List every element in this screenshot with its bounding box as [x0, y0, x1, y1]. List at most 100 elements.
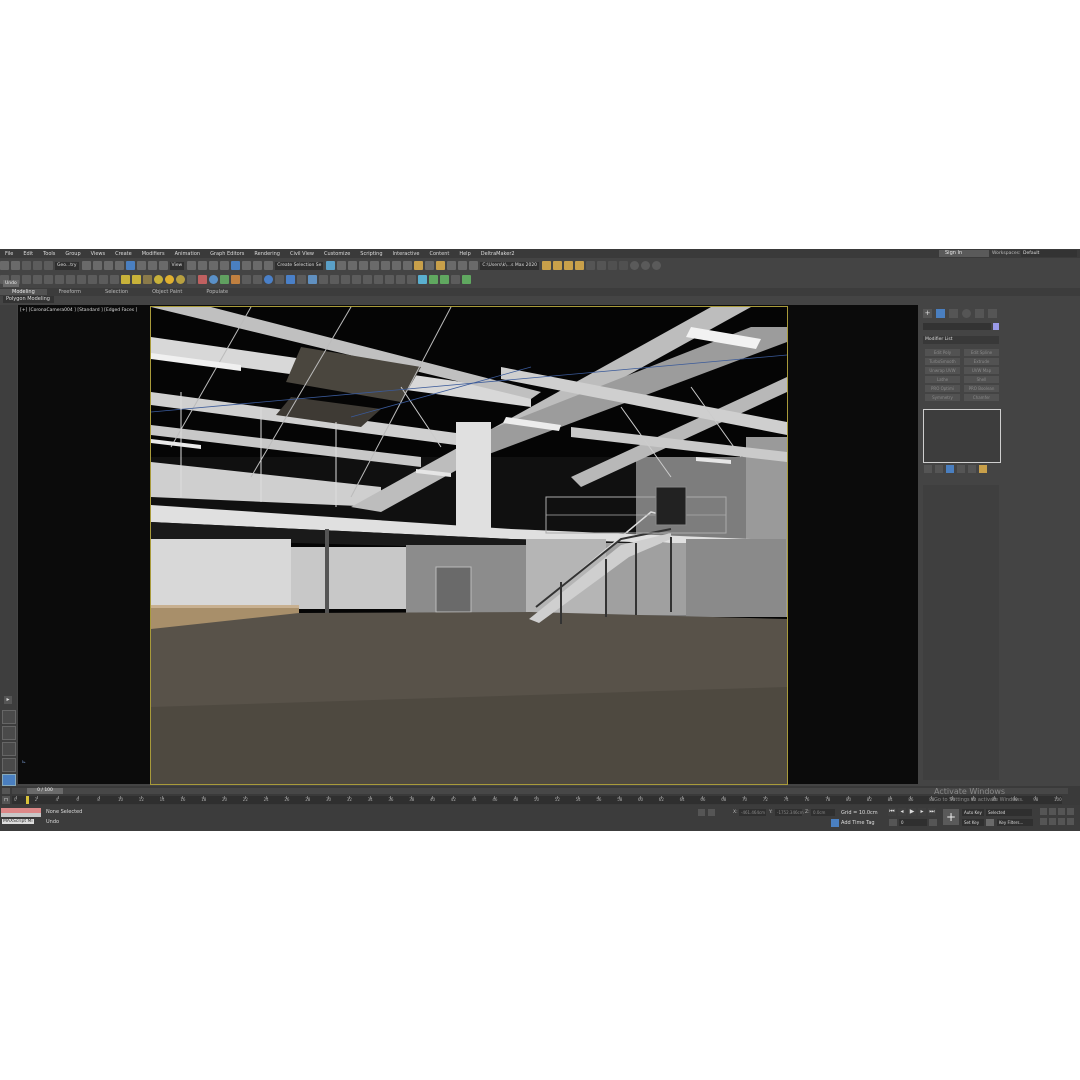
modifier-button-unwrap-uvw[interactable]: Unwrap UVW	[925, 367, 960, 374]
folder-icon[interactable]	[979, 465, 987, 473]
time-configuration-icon[interactable]	[929, 819, 937, 826]
snaps-toggle-icon[interactable]	[220, 261, 230, 270]
menu-content[interactable]: Content	[424, 251, 454, 257]
menu-group[interactable]: Group	[60, 251, 85, 257]
sun-icon[interactable]	[165, 275, 174, 284]
moon-icon[interactable]	[176, 275, 185, 284]
remove-modifier-icon[interactable]	[957, 465, 965, 473]
toggle-layer-explorer-icon[interactable]	[359, 261, 369, 270]
layout-grid-icon[interactable]	[2, 742, 16, 756]
absolute-mode-icon[interactable]	[708, 809, 715, 816]
menu-tools[interactable]: Tools	[38, 251, 60, 257]
menu-scripting[interactable]: Scripting	[355, 251, 387, 257]
window-crossing-icon[interactable]	[114, 261, 124, 270]
modifier-button-shell[interactable]: Shell	[964, 376, 999, 383]
modifier-button-edit-spline[interactable]: Edit Spline	[964, 349, 999, 356]
tree-icon[interactable]	[44, 275, 53, 284]
dot-icon[interactable]	[608, 261, 618, 270]
go-to-start-icon[interactable]: ⏮	[888, 808, 896, 816]
spinner-snap-icon[interactable]	[253, 261, 263, 270]
folder-icon[interactable]	[553, 261, 563, 270]
camera-render-view[interactable]	[150, 306, 788, 785]
teapot-render-icon[interactable]	[286, 275, 295, 284]
maximize-viewport-icon[interactable]	[1067, 818, 1074, 825]
snowflake-icon[interactable]	[418, 275, 427, 284]
light-corona-icon[interactable]	[319, 275, 328, 284]
modifier-button-chamfer[interactable]: Chamfer	[964, 394, 999, 401]
layout-grid-icon[interactable]	[2, 726, 16, 740]
y-coordinate-field[interactable]: -1752.346cm	[775, 809, 804, 816]
menu-deltramaker2[interactable]: DeltraMaker2	[476, 251, 520, 257]
dot-icon[interactable]	[619, 261, 629, 270]
menu-edit[interactable]: Edit	[18, 251, 38, 257]
box-icon[interactable]	[143, 275, 152, 284]
reload-icon[interactable]	[374, 275, 383, 284]
link-icon[interactable]	[22, 261, 31, 270]
object-name-field[interactable]	[923, 323, 991, 330]
set-key-button[interactable]: Set Key	[962, 819, 984, 826]
ribbon-tab-populate[interactable]: Populate	[194, 289, 240, 295]
scatter-icon[interactable]	[198, 275, 207, 284]
orbit-icon[interactable]	[1058, 818, 1065, 825]
light-icon[interactable]	[66, 275, 75, 284]
utilities-tab-icon[interactable]	[988, 309, 997, 318]
unlink-icon[interactable]	[33, 261, 42, 270]
triangle-green-icon[interactable]	[440, 275, 449, 284]
select-scale-icon[interactable]	[147, 261, 157, 270]
reference-coordinate-dropdown[interactable]: View	[169, 261, 185, 270]
time-slider-track[interactable]	[12, 788, 1068, 794]
mirror-icon[interactable]	[326, 261, 336, 270]
hierarchy-tab-icon[interactable]	[949, 309, 958, 318]
ribbon-tab-selection[interactable]: Selection	[93, 289, 140, 295]
auto-key-button[interactable]: Auto Key	[962, 809, 984, 816]
circle-icon[interactable]	[641, 261, 651, 270]
cloud-icon[interactable]	[132, 275, 141, 284]
folder-save-icon[interactable]	[575, 261, 585, 270]
create-tab-icon[interactable]: +	[923, 309, 932, 318]
modifier-button-edit-poly[interactable]: Edit Poly	[925, 349, 960, 356]
modifier-button-extrude[interactable]: Extrude	[964, 358, 999, 365]
ribbon-tab-freeform[interactable]: Freeform	[47, 289, 93, 295]
viewport-label[interactable]: [+] [CoronaCamera004 ] [Standard ] [Edge…	[20, 308, 137, 313]
isolate-icon[interactable]	[698, 809, 705, 816]
select-rotate-icon[interactable]	[136, 261, 146, 270]
pin-stack-icon[interactable]	[924, 465, 932, 473]
select-object-icon[interactable]	[81, 261, 91, 270]
mini-curve-editor-icon[interactable]: ⊓	[2, 796, 10, 804]
modifier-button-lathe[interactable]: Lathe	[925, 376, 960, 383]
curve-editor-icon[interactable]	[381, 261, 391, 270]
layout-grid-icon[interactable]	[2, 710, 16, 724]
next-frame-icon[interactable]: ▸	[918, 808, 926, 816]
modifier-button-turbosmooth[interactable]: TurboSmooth	[925, 358, 960, 365]
rendered-frame-window-icon[interactable]	[425, 261, 435, 270]
rectangular-selection-icon[interactable]	[103, 261, 113, 270]
camera-corona-icon[interactable]	[308, 275, 317, 284]
shape-icon[interactable]	[187, 275, 196, 284]
pivot-center-icon[interactable]	[187, 261, 197, 270]
menu-help[interactable]: Help	[454, 251, 475, 257]
percent-snap-icon[interactable]	[242, 261, 252, 270]
layout-grid-icon[interactable]	[2, 758, 16, 772]
modifier-list-dropdown[interactable]: Modifier List	[923, 336, 999, 344]
menu-rendering[interactable]: Rendering	[249, 251, 285, 257]
menu-interactive[interactable]: Interactive	[388, 251, 425, 257]
current-frame-field[interactable]: 0	[899, 819, 927, 826]
bind-space-warp-icon[interactable]	[44, 261, 53, 270]
select-by-name-icon[interactable]	[92, 261, 102, 270]
object-color-swatch[interactable]	[993, 323, 999, 330]
lock-icon[interactable]	[77, 275, 86, 284]
render-icon[interactable]	[275, 275, 284, 284]
show-end-result-icon[interactable]	[935, 465, 943, 473]
double-chevron-down-icon[interactable]	[462, 275, 471, 284]
configure-modifier-sets-icon[interactable]	[968, 465, 976, 473]
circle-icon[interactable]	[630, 261, 640, 270]
render-in-cloud-icon[interactable]	[458, 261, 468, 270]
stair-icon[interactable]	[55, 275, 64, 284]
undo-icon[interactable]	[0, 261, 9, 270]
z-coordinate-field[interactable]: 0.0cm	[811, 809, 835, 816]
material-icon[interactable]	[264, 275, 273, 284]
selection-filter-dropdown[interactable]: Geo...try	[55, 261, 79, 270]
angle-snap-icon[interactable]	[231, 261, 241, 270]
leaf-icon[interactable]	[220, 275, 229, 284]
open-project-icon[interactable]	[542, 261, 552, 270]
